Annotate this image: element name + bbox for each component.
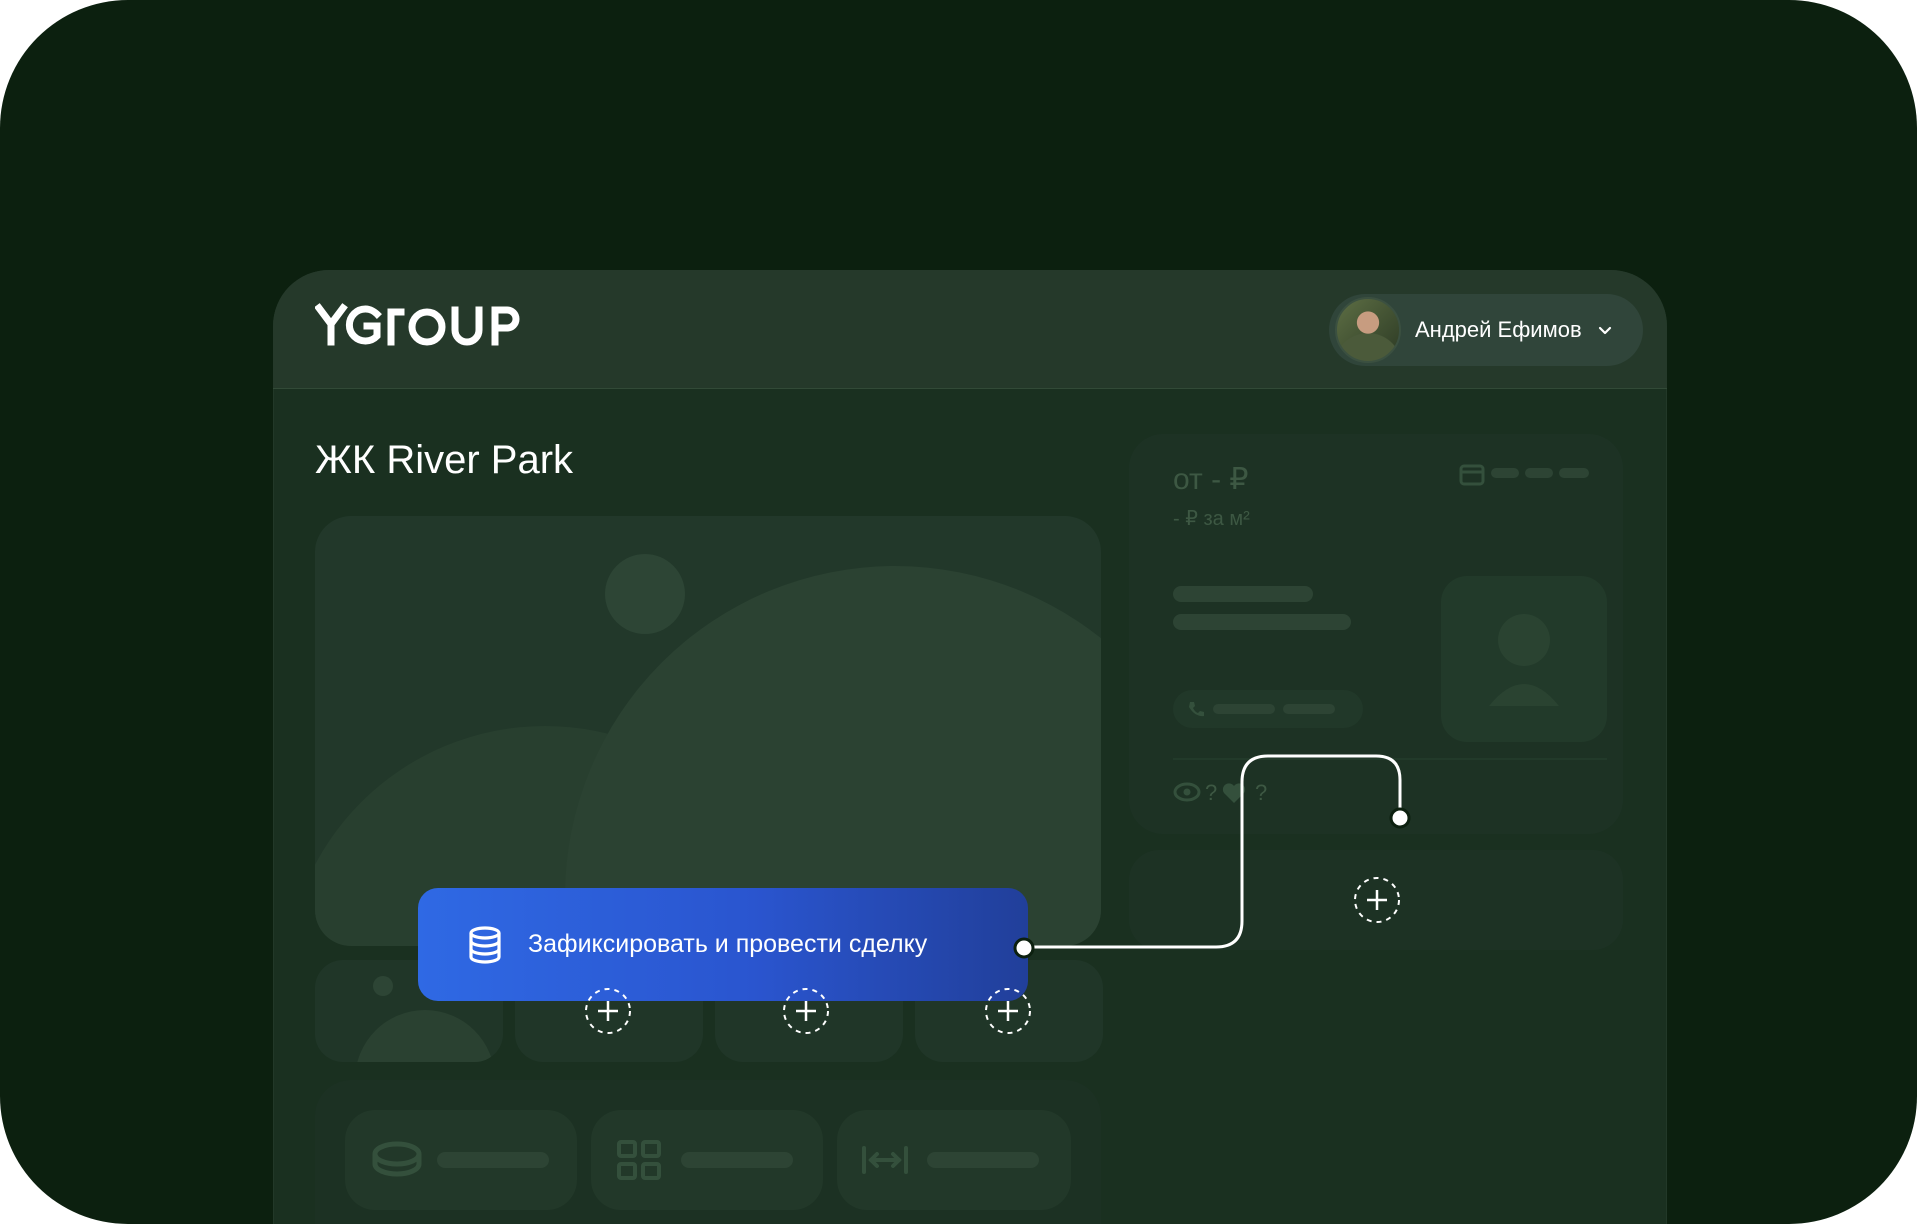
agent-photo-placeholder <box>1441 576 1607 742</box>
hero-image-placeholder <box>315 516 1101 946</box>
date-placeholder <box>1525 468 1553 478</box>
text-placeholder <box>927 1152 1039 1168</box>
add-node-button[interactable] <box>984 987 1032 1035</box>
phone-icon <box>1189 702 1204 717</box>
user-name: Андрей Ефимов <box>1415 317 1582 342</box>
page-title: ЖК River Park <box>315 438 574 482</box>
arrows-width-icon <box>862 1146 908 1174</box>
image-placeholder-icon <box>315 554 1101 946</box>
date-placeholder <box>1491 468 1519 478</box>
text-placeholder <box>681 1152 793 1168</box>
feature-chip-area <box>837 1110 1071 1210</box>
phone-placeholder <box>1283 704 1335 714</box>
likes-count: ? <box>1255 780 1268 805</box>
chevron-down-icon <box>1598 326 1611 335</box>
fix-and-close-deal-button[interactable]: Зафиксировать и провести сделку <box>418 888 1028 1001</box>
add-node-button[interactable] <box>584 987 632 1035</box>
person-icon <box>1489 614 1559 706</box>
top-bar: Андрей Ефимов <box>273 270 1667 389</box>
logo-wordmark <box>314 303 520 346</box>
views-count: ? <box>1205 780 1218 805</box>
user-menu[interactable]: Андрей Ефимов <box>1329 294 1643 366</box>
text-placeholder <box>437 1152 549 1168</box>
feature-chip-price <box>345 1110 577 1210</box>
coins-icon <box>372 1141 422 1177</box>
database-icon <box>469 925 501 964</box>
add-node-button[interactable] <box>1353 876 1401 924</box>
calendar-icon <box>1459 464 1485 486</box>
price-from: от - ₽ <box>1173 463 1249 496</box>
connector-start-node[interactable] <box>1012 936 1036 960</box>
price-per-m2: - ₽ за м² <box>1173 508 1250 530</box>
action-label: Зафиксировать и провести сделку <box>528 930 928 958</box>
text-placeholder <box>1173 586 1313 602</box>
feature-chip-layout <box>591 1110 823 1210</box>
app-window: Андрей Ефимов ЖК River Park от - ₽ - ₽ з… <box>273 270 1667 1224</box>
app-frame: Андрей Ефимов ЖК River Park от - ₽ - ₽ з… <box>0 0 1917 1224</box>
heart-icon <box>1222 783 1246 803</box>
card-divider <box>1173 758 1607 760</box>
eye-icon <box>1173 782 1201 802</box>
phone-placeholder <box>1213 704 1275 714</box>
add-node-button[interactable] <box>782 987 830 1035</box>
avatar <box>1335 297 1401 363</box>
text-placeholder <box>1173 614 1351 630</box>
grid-icon <box>617 1140 661 1180</box>
company-logo[interactable] <box>314 302 527 352</box>
date-placeholder <box>1559 468 1589 478</box>
